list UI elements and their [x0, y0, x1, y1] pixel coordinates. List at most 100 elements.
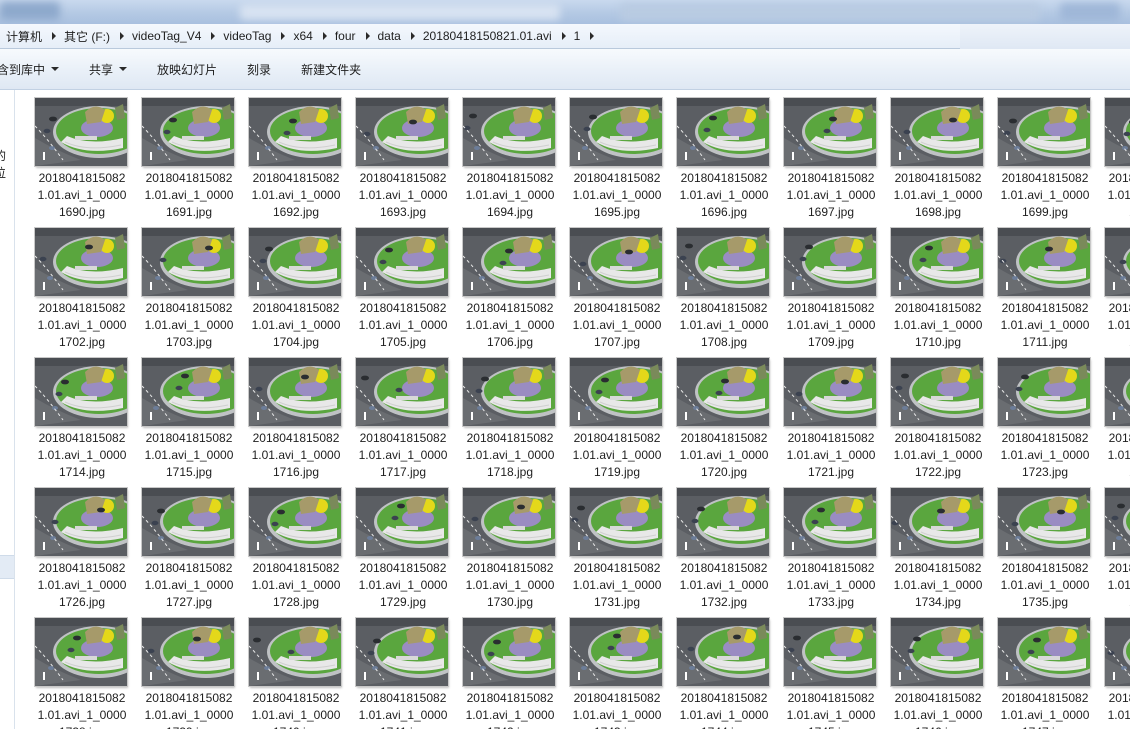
file-item[interactable]: 2018041815082 1.01.avi_1_0000 1705.jpg	[336, 220, 448, 349]
chevron-right-icon[interactable]	[561, 32, 566, 40]
breadcrumb-item[interactable]: four	[335, 24, 378, 48]
file-item[interactable]: 2018041815082 1.01.avi_1_0000 1695.jpg	[550, 90, 662, 219]
chevron-right-icon[interactable]	[322, 32, 327, 40]
slideshow-button[interactable]: 放映幻灯片	[148, 56, 226, 82]
file-item[interactable]: 2018041815082 1.01.avi_1_0000 1714.jpg	[15, 350, 127, 479]
file-item[interactable]: 2018041815082 1.01.avi_1_0000 1692.jpg	[229, 90, 341, 219]
address-bar[interactable]: 计算机 其它 (F:) videoTag_V4 videoTag x64 four data…	[0, 24, 1130, 49]
file-item[interactable]: 2018041815082 1.01.avi_1_0000 1707.jpg	[550, 220, 662, 349]
file-item[interactable]: 2018041815082 1.01.avi_1_0000 1704.jpg	[229, 220, 341, 349]
breadcrumb-item[interactable]: 其它 (F:)	[64, 24, 132, 48]
file-item[interactable]: 2018041815082 1.01.avi_1_0000 1723.jpg	[978, 350, 1090, 479]
video-frame-thumbnail-icon	[784, 488, 876, 556]
file-item[interactable]: 2018041815082 1.01.avi_1_0000 1700.jpg	[1085, 90, 1130, 219]
file-item[interactable]: 2018041815082 1.01.avi_1_0000 1745.jpg	[764, 610, 876, 729]
chevron-right-icon[interactable]	[52, 32, 57, 40]
chevron-right-icon[interactable]	[590, 32, 595, 40]
file-item[interactable]: 2018041815082 1.01.avi_1_0000 1739.jpg	[122, 610, 234, 729]
file-name-label: 2018041815082 1.01.avi_1_0000 1703.jpg	[144, 301, 234, 349]
video-frame-thumbnail-icon	[35, 488, 127, 556]
file-item[interactable]: 2018041815082 1.01.avi_1_0000 1691.jpg	[122, 90, 234, 219]
file-item[interactable]: 2018041815082 1.01.avi_1_0000 1698.jpg	[871, 90, 983, 219]
file-grid[interactable]: 2018041815082 1.01.avi_1_0000 1690.jpg 2…	[15, 90, 1130, 729]
video-frame-thumbnail-icon	[677, 98, 769, 166]
file-item[interactable]: 2018041815082 1.01.avi_1_0000 1741.jpg	[336, 610, 448, 729]
chevron-right-icon[interactable]	[211, 32, 216, 40]
file-name-label: 2018041815082 1.01.avi_1_0000 1728.jpg	[251, 561, 341, 609]
file-item[interactable]: 2018041815082 1.01.avi_1_0000 1721.jpg	[764, 350, 876, 479]
file-item[interactable]: 2018041815082 1.01.avi_1_0000 1718.jpg	[443, 350, 555, 479]
file-name-label: 2018041815082 1.01.avi_1_0000 1732.jpg	[679, 561, 769, 609]
file-item[interactable]: 2018041815082 1.01.avi_1_0000 1712.jpg	[1085, 220, 1130, 349]
file-name-label: 2018041815082 1.01.avi_1_0000 1746.jpg	[893, 691, 983, 729]
breadcrumb-item[interactable]: data	[378, 24, 423, 48]
file-item[interactable]: 2018041815082 1.01.avi_1_0000 1716.jpg	[229, 350, 341, 479]
video-frame-thumbnail-icon	[891, 228, 983, 296]
file-name-label: 2018041815082 1.01.avi_1_0000 1731.jpg	[572, 561, 662, 609]
breadcrumb-item[interactable]: x64	[293, 24, 334, 48]
file-item[interactable]: 2018041815082 1.01.avi_1_0000 1726.jpg	[15, 480, 127, 609]
file-item[interactable]: 2018041815082 1.01.avi_1_0000 1742.jpg	[443, 610, 555, 729]
file-item[interactable]: 2018041815082 1.01.avi_1_0000 1734.jpg	[871, 480, 983, 609]
breadcrumb-item[interactable]: 1	[574, 24, 603, 48]
file-item[interactable]: 2018041815082 1.01.avi_1_0000 1706.jpg	[443, 220, 555, 349]
file-item[interactable]: 2018041815082 1.01.avi_1_0000 1709.jpg	[764, 220, 876, 349]
file-item[interactable]: 2018041815082 1.01.avi_1_0000 1699.jpg	[978, 90, 1090, 219]
nav-item-selected[interactable]	[0, 555, 14, 579]
share-button[interactable]: 共享	[80, 56, 136, 82]
file-item[interactable]: 2018041815082 1.01.avi_1_0000 1731.jpg	[550, 480, 662, 609]
file-item[interactable]: 2018041815082 1.01.avi_1_0000 1724.jpg	[1085, 350, 1130, 479]
breadcrumb-item[interactable]: 20180418150821.01.avi	[423, 24, 574, 48]
navigation-pane[interactable]: 的位	[0, 90, 15, 729]
video-frame-thumbnail-icon	[35, 358, 127, 426]
file-name-label: 2018041815082 1.01.avi_1_0000 1697.jpg	[786, 171, 876, 219]
file-item[interactable]: 2018041815082 1.01.avi_1_0000 1729.jpg	[336, 480, 448, 609]
file-item[interactable]: 2018041815082 1.01.avi_1_0000 1728.jpg	[229, 480, 341, 609]
chevron-right-icon[interactable]	[281, 32, 286, 40]
file-item[interactable]: 2018041815082 1.01.avi_1_0000 1743.jpg	[550, 610, 662, 729]
file-item[interactable]: 2018041815082 1.01.avi_1_0000 1744.jpg	[657, 610, 769, 729]
breadcrumb-item[interactable]: 计算机	[6, 24, 64, 48]
file-item[interactable]: 2018041815082 1.01.avi_1_0000 1715.jpg	[122, 350, 234, 479]
new-folder-button[interactable]: 新建文件夹	[292, 56, 370, 82]
file-item[interactable]: 2018041815082 1.01.avi_1_0000 1740.jpg	[229, 610, 341, 729]
file-item[interactable]: 2018041815082 1.01.avi_1_0000 1690.jpg	[15, 90, 127, 219]
add-to-library-button[interactable]: 含到库中	[0, 56, 68, 82]
file-name-label: 2018041815082 1.01.avi_1_0000 1724.jpg	[1107, 431, 1130, 479]
file-item[interactable]: 2018041815082 1.01.avi_1_0000 1746.jpg	[871, 610, 983, 729]
breadcrumb-item[interactable]: videoTag	[223, 24, 293, 48]
chevron-right-icon[interactable]	[410, 32, 415, 40]
file-name-label: 2018041815082 1.01.avi_1_0000 1698.jpg	[893, 171, 983, 219]
chevron-right-icon[interactable]	[365, 32, 370, 40]
file-item[interactable]: 2018041815082 1.01.avi_1_0000 1748.jpg	[1085, 610, 1130, 729]
file-item[interactable]: 2018041815082 1.01.avi_1_0000 1730.jpg	[443, 480, 555, 609]
file-item[interactable]: 2018041815082 1.01.avi_1_0000 1702.jpg	[15, 220, 127, 349]
file-item[interactable]: 2018041815082 1.01.avi_1_0000 1719.jpg	[550, 350, 662, 479]
file-item[interactable]: 2018041815082 1.01.avi_1_0000 1710.jpg	[871, 220, 983, 349]
chevron-down-icon	[119, 67, 128, 71]
breadcrumb-item[interactable]: videoTag_V4	[132, 24, 223, 48]
file-item[interactable]: 2018041815082 1.01.avi_1_0000 1711.jpg	[978, 220, 1090, 349]
file-item[interactable]: 2018041815082 1.01.avi_1_0000 1736.jpg	[1085, 480, 1130, 609]
file-item[interactable]: 2018041815082 1.01.avi_1_0000 1735.jpg	[978, 480, 1090, 609]
file-item[interactable]: 2018041815082 1.01.avi_1_0000 1708.jpg	[657, 220, 769, 349]
video-frame-thumbnail-icon	[1105, 98, 1130, 166]
file-name-label: 2018041815082 1.01.avi_1_0000 1702.jpg	[37, 301, 127, 349]
file-item[interactable]: 2018041815082 1.01.avi_1_0000 1694.jpg	[443, 90, 555, 219]
file-item[interactable]: 2018041815082 1.01.avi_1_0000 1717.jpg	[336, 350, 448, 479]
file-item[interactable]: 2018041815082 1.01.avi_1_0000 1732.jpg	[657, 480, 769, 609]
file-item[interactable]: 2018041815082 1.01.avi_1_0000 1733.jpg	[764, 480, 876, 609]
video-frame-thumbnail-icon	[998, 358, 1090, 426]
file-item[interactable]: 2018041815082 1.01.avi_1_0000 1720.jpg	[657, 350, 769, 479]
file-item[interactable]: 2018041815082 1.01.avi_1_0000 1738.jpg	[15, 610, 127, 729]
file-item[interactable]: 2018041815082 1.01.avi_1_0000 1703.jpg	[122, 220, 234, 349]
file-item[interactable]: 2018041815082 1.01.avi_1_0000 1747.jpg	[978, 610, 1090, 729]
file-item[interactable]: 2018041815082 1.01.avi_1_0000 1693.jpg	[336, 90, 448, 219]
file-item[interactable]: 2018041815082 1.01.avi_1_0000 1696.jpg	[657, 90, 769, 219]
breadcrumb-item-label: 其它 (F:)	[64, 29, 111, 44]
file-item[interactable]: 2018041815082 1.01.avi_1_0000 1727.jpg	[122, 480, 234, 609]
file-item[interactable]: 2018041815082 1.01.avi_1_0000 1722.jpg	[871, 350, 983, 479]
file-item[interactable]: 2018041815082 1.01.avi_1_0000 1697.jpg	[764, 90, 876, 219]
chevron-right-icon[interactable]	[120, 32, 125, 40]
burn-button[interactable]: 刻录	[238, 56, 280, 82]
